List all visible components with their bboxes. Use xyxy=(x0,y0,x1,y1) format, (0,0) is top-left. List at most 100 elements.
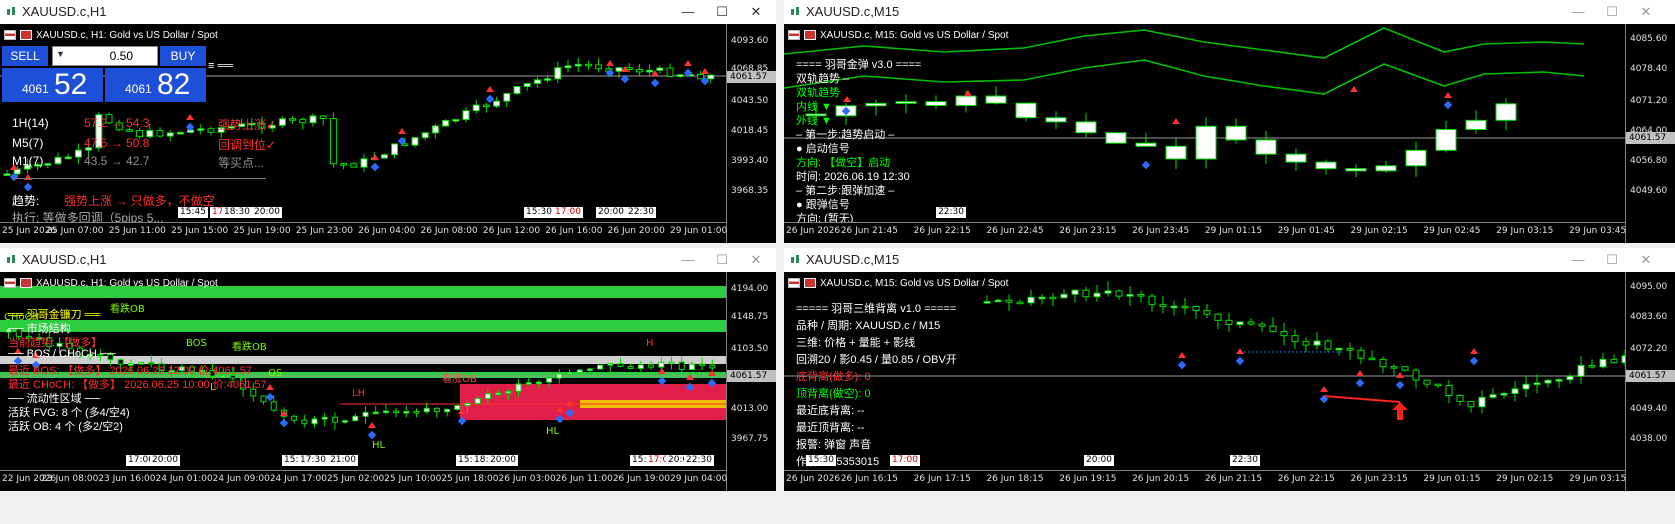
minimize-button[interactable]: — xyxy=(674,2,702,22)
time-markers: 17:00 20:00 15: 17:30 21:00 15: 18: 20:00 15: 17:… xyxy=(0,452,726,468)
lot-stepper[interactable]: ▼ 0.50 xyxy=(52,46,158,66)
bear-candle xyxy=(156,129,164,137)
time-axis[interactable]: 22 Jun 2026 23 Jun 08:00 23 Jun 16:00 24 Ju… xyxy=(0,470,727,491)
maximize-button[interactable]: ☐ xyxy=(1598,2,1626,22)
sell-price-pips: 52 xyxy=(54,68,88,101)
price-axis[interactable]: 4085.60 4078.40 4071.20 4064.00 4056.80 4049.… xyxy=(1625,24,1675,243)
panel-line: 品种 / 周期: XAUUSD.c / M15 xyxy=(796,320,941,332)
price-tick-label: 3993.40 xyxy=(731,156,769,166)
sell-button[interactable]: SELL xyxy=(2,46,48,66)
panel-equals: ≡ ══ xyxy=(208,60,234,72)
time-tick-label: 26 Jun 12:00 xyxy=(482,226,541,236)
session-time-box: 22:30 xyxy=(936,207,966,218)
time-axis[interactable]: 25 Jun 2026 25 Jun 07:00 25 Jun 11:00 25 Ju… xyxy=(0,222,727,243)
maximize-button[interactable]: ☐ xyxy=(708,2,736,22)
window-titlebar[interactable]: XAUUSD.c,M15 — ☐ ✕ xyxy=(784,0,1675,25)
time-markers: 22:30 xyxy=(784,204,1625,220)
price-axis[interactable]: 4095.00 4083.60 4072.20 4049.40 4038.00 4061.… xyxy=(1625,272,1675,491)
bull-candle xyxy=(1478,396,1486,408)
maximize-button[interactable]: ☐ xyxy=(1598,250,1626,270)
time-tick-label: 25 Jun 23:00 xyxy=(295,226,353,236)
maximize-button[interactable]: ☐ xyxy=(708,250,736,270)
bear-candle xyxy=(1148,295,1156,305)
bull-candle xyxy=(74,149,82,158)
price-tick-label: 3967.75 xyxy=(731,434,769,444)
chart-window-xauusd-m15-top[interactable]: XAUUSD.c,M15 — ☐ ✕ XAUUSD.c, M15: Gold v… xyxy=(784,0,1675,243)
price-tick-label: 4083.60 xyxy=(1630,312,1668,322)
window-title: XAUUSD.c,H1 xyxy=(22,4,107,19)
time-tick-label: 26 Jun 16:00 xyxy=(545,226,603,236)
lot-down-arrow-icon[interactable]: ▼ xyxy=(56,49,65,59)
bull-candle xyxy=(464,402,471,407)
lot-input[interactable]: 0.50 xyxy=(110,49,133,63)
candle-series xyxy=(805,86,1517,177)
chart-window-xauusd-h1-bottom[interactable]: XAUUSD.c,H1 — ☐ ✕ 看跌OB BOS 看跌OB 看涨OB LH HL HL H… xyxy=(0,248,776,491)
tf-status-m5: 回调到位✓ xyxy=(218,138,277,152)
bull-candle xyxy=(1599,358,1607,368)
minimize-button[interactable]: — xyxy=(674,250,702,270)
bull-candle xyxy=(503,93,511,102)
session-time-box: 17:30 xyxy=(298,455,328,466)
session-time-box: 17:00 xyxy=(890,455,920,466)
bull-candle xyxy=(1435,129,1457,151)
bear-candle xyxy=(291,415,298,421)
time-tick-label: 29 Jun 03:45 xyxy=(1569,226,1627,236)
price-tick-label: 4018.45 xyxy=(731,126,769,136)
time-axis[interactable]: 26 Jun 2026 26 Jun 21:45 26 Jun 22:15 26 Ju… xyxy=(784,222,1627,243)
bull-candle xyxy=(1500,393,1508,396)
bull-candle xyxy=(454,405,461,410)
close-button[interactable]: ✕ xyxy=(1632,250,1660,270)
window-titlebar[interactable]: XAUUSD.c,M15 — ☐ ✕ xyxy=(784,248,1675,273)
close-button[interactable]: ✕ xyxy=(1632,2,1660,22)
bull-candle xyxy=(597,364,604,370)
red-up-arrow-icon xyxy=(843,96,851,102)
minimize-button[interactable]: — xyxy=(1564,2,1592,22)
minimize-button[interactable]: — xyxy=(1564,250,1592,270)
time-axis[interactable]: 26 Jun 2026 26 Jun 16:15 26 Jun 17:15 26 Ju… xyxy=(784,470,1626,491)
bull-candle xyxy=(656,67,664,71)
time-tick-label: 25 Jun 11:00 xyxy=(108,226,166,236)
time-tick-label: 26 Jun 17:15 xyxy=(913,474,971,484)
blue-diamond-icon xyxy=(1443,100,1453,110)
bull-candle xyxy=(382,410,389,414)
divergence-line xyxy=(1323,395,1401,403)
price-axis[interactable]: 4194.00 4148.75 4103.50 4013.00 3967.75 4061.… xyxy=(726,272,776,491)
candlestick-chart[interactable] xyxy=(784,24,1625,222)
chart-window-xauusd-h1-top[interactable]: XAUUSD.c,H1 — ☐ ✕ XAUUSD.c, H1: Gold vs … xyxy=(0,0,776,243)
bull-candle xyxy=(1511,388,1519,395)
price-axis[interactable]: 4093.60 4068.85 4043.50 4018.45 3993.40 3968.… xyxy=(726,24,776,243)
one-click-trading-panel: SELL ▼ 0.50 BUY 4061 52 4061 82 xyxy=(2,46,206,102)
panel-line: 底背离(做多): 0 xyxy=(796,371,871,383)
bull-candle xyxy=(197,128,205,131)
chart-canvas[interactable]: XAUUSD.c, M15: Gold vs US Dollar / Spot … xyxy=(784,272,1675,491)
bear-candle xyxy=(627,365,634,369)
buy-price-prefix: 4061 xyxy=(125,82,152,96)
buy-price-display[interactable]: 4061 82 xyxy=(105,68,206,102)
bull-candle xyxy=(462,110,470,121)
bear-candle xyxy=(1390,366,1398,369)
bear-candle xyxy=(1302,341,1310,346)
sell-price-display[interactable]: 4061 52 xyxy=(2,68,103,102)
bear-candle xyxy=(1324,340,1332,350)
buy-button[interactable]: BUY xyxy=(160,46,206,66)
close-button[interactable]: ✕ xyxy=(742,250,770,270)
price-tick-label: 4049.60 xyxy=(1630,186,1668,196)
bull-candle xyxy=(360,158,368,168)
chart-canvas[interactable]: XAUUSD.c, H1: Gold vs US Dollar / Spot S… xyxy=(0,24,776,243)
bear-candle xyxy=(1346,347,1354,351)
close-button[interactable]: ✕ xyxy=(742,2,770,22)
bull-candle xyxy=(1566,375,1574,381)
blue-diamond-icon xyxy=(650,78,660,88)
current-price-label: 4061.57 xyxy=(727,370,776,382)
chart-canvas[interactable]: XAUUSD.c, M15: Gold vs US Dollar / Spot … xyxy=(784,24,1675,243)
chart-window-xauusd-m15-bottom[interactable]: XAUUSD.c,M15 — ☐ ✕ XAUUSD.c, M15: Gold v… xyxy=(784,248,1675,491)
window-titlebar[interactable]: XAUUSD.c,H1 — ☐ ✕ xyxy=(0,0,776,25)
blue-diamond-icon xyxy=(367,430,377,440)
chart-canvas[interactable]: 看跌OB BOS 看跌OB 看涨OB LH HL HL H L CHoCH OS XAUUSD.c,… xyxy=(0,272,776,491)
bull-candle xyxy=(554,67,562,80)
bull-candle xyxy=(1495,103,1517,121)
window-titlebar[interactable]: XAUUSD.c,H1 — ☐ ✕ xyxy=(0,248,776,273)
bear-candle xyxy=(1135,142,1157,147)
time-tick-label: 29 Jun 01:45 xyxy=(1277,226,1335,236)
bear-candle xyxy=(1005,299,1013,303)
